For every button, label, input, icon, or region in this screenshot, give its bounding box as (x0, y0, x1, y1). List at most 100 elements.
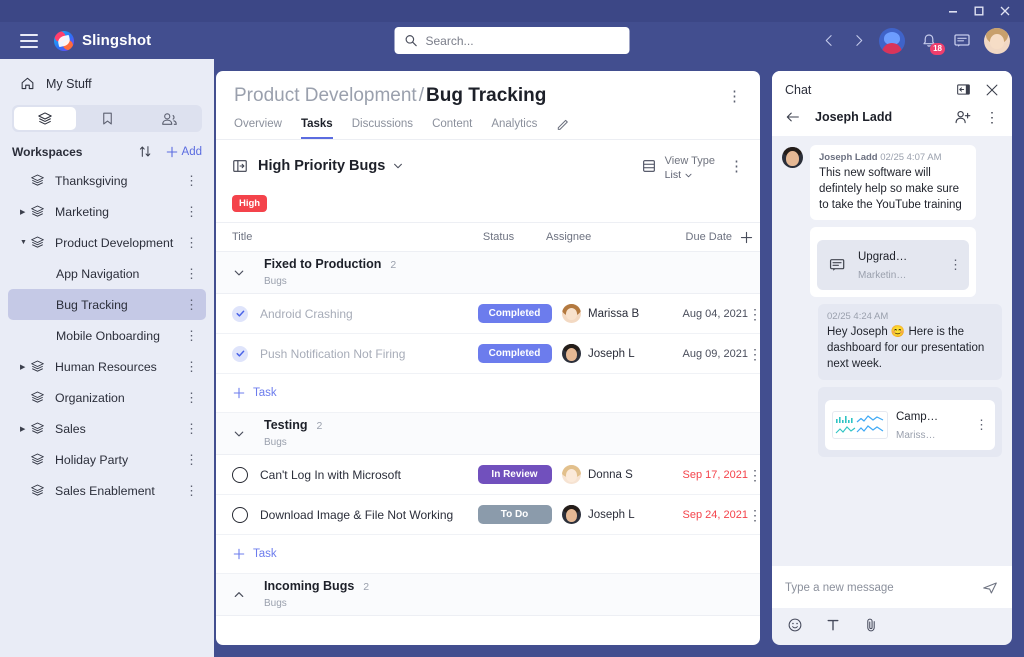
attachment-icon[interactable] (863, 617, 879, 633)
table-row[interactable]: Can't Log In with Microsoft In Review Donn… (216, 455, 760, 496)
sidebar-tab-people[interactable] (138, 107, 200, 130)
sidebar-item-human-resources[interactable]: ▶ Human Resources ⋮ (8, 351, 206, 382)
task-group-header[interactable]: Testing 2 Bugs (216, 413, 760, 456)
attachment-card[interactable]: Camp… Mariss… ⋮ (825, 399, 995, 450)
window-maximize-button[interactable] (966, 1, 992, 21)
sidebar-item-more-button[interactable]: ⋮ (185, 422, 198, 435)
status-badge[interactable]: To Do (477, 505, 552, 525)
tab-overview[interactable]: Overview (234, 118, 282, 139)
chevron-down-icon[interactable]: ▼ (20, 239, 30, 246)
chat-composer[interactable]: Type a new message (772, 566, 1012, 608)
chat-toggle-button[interactable] (953, 32, 971, 50)
chevron-right-icon[interactable]: ▶ (20, 425, 30, 433)
status-badge[interactable]: Completed (477, 344, 552, 364)
view-type-selector[interactable]: View Type List (641, 151, 715, 181)
chevron-up-icon[interactable] (232, 588, 254, 602)
sidebar-item-more-button[interactable]: ⋮ (185, 298, 198, 311)
workspace-avatar[interactable] (879, 27, 905, 54)
breadcrumb-parent[interactable]: Product Development (234, 85, 417, 107)
task-group-header[interactable]: Fixed to Production 2 Bugs (216, 252, 760, 295)
sidebar-item-more-button[interactable]: ⋮ (185, 329, 198, 342)
attachment-card[interactable]: Upgrad… Marketin… ⋮ (817, 240, 969, 291)
sort-workspaces-button[interactable] (138, 144, 153, 159)
window-minimize-button[interactable] (940, 1, 966, 21)
hamburger-menu-icon[interactable] (20, 33, 38, 48)
chevron-down-icon[interactable] (232, 427, 254, 441)
task-checkbox-unchecked[interactable] (232, 506, 248, 523)
task-more-button[interactable]: ⋮ (748, 508, 760, 522)
window-close-button[interactable] (992, 1, 1018, 21)
nav-back-button[interactable] (821, 34, 837, 47)
tab-analytics[interactable]: Analytics (491, 118, 537, 139)
tab-discussions[interactable]: Discussions (352, 118, 413, 139)
task-more-button[interactable]: ⋮ (748, 468, 760, 482)
page-more-button[interactable]: ⋮ (727, 89, 742, 104)
sidebar-item-product-development[interactable]: ▼ Product Development ⋮ (8, 227, 206, 258)
task-checkbox-unchecked[interactable] (232, 466, 248, 483)
task-more-button[interactable]: ⋮ (748, 307, 760, 321)
chat-add-person-button[interactable] (954, 109, 971, 125)
sidebar-item-more-button[interactable]: ⋮ (185, 360, 198, 373)
sidebar-item-more-button[interactable]: ⋮ (185, 236, 198, 249)
sidebar-tab-bookmarks[interactable] (76, 107, 138, 130)
list-title-chevron-down-icon[interactable] (392, 160, 404, 172)
chevron-right-icon[interactable]: ▶ (20, 208, 30, 216)
sidebar-item-more-button[interactable]: ⋮ (185, 205, 198, 218)
sidebar-item-mobile-onboarding[interactable]: Mobile Onboarding ⋮ (8, 320, 206, 351)
chevron-down-icon[interactable] (232, 266, 254, 280)
table-row[interactable]: Download Image & File Not Working To Do Jo… (216, 495, 760, 536)
list-more-button[interactable]: ⋮ (729, 159, 744, 174)
task-checkbox-checked[interactable] (232, 345, 248, 362)
sidebar-item-marketing[interactable]: ▶ Marketing ⋮ (8, 196, 206, 227)
edit-pencil-icon[interactable] (556, 118, 570, 139)
sidebar-item-more-button[interactable]: ⋮ (185, 484, 198, 497)
sidebar-item-holiday-party[interactable]: Holiday Party ⋮ (8, 444, 206, 475)
sidebar-item-my-stuff[interactable]: My Stuff (0, 69, 214, 98)
sidebar-item-more-button[interactable]: ⋮ (185, 453, 198, 466)
sidebar-tab-workspaces[interactable] (14, 107, 76, 130)
sidebar-item-more-button[interactable]: ⋮ (185, 391, 198, 404)
sidebar-item-bug-tracking[interactable]: Bug Tracking ⋮ (8, 289, 206, 320)
chat-send-button[interactable] (981, 579, 999, 597)
panel-expand-icon[interactable] (232, 158, 248, 174)
task-group-header[interactable]: Incoming Bugs 2 Bugs (216, 574, 760, 617)
emoji-icon[interactable] (787, 617, 803, 633)
add-task-button[interactable]: Task (216, 374, 760, 414)
status-badge[interactable]: Completed (477, 304, 552, 324)
priority-high-badge[interactable]: High (232, 195, 268, 213)
text-format-icon[interactable] (825, 617, 841, 633)
attachment-more-button[interactable]: ⋮ (949, 258, 962, 271)
tab-tasks[interactable]: Tasks (300, 118, 333, 139)
tab-content[interactable]: Content (432, 118, 472, 139)
chat-collapse-button[interactable] (956, 82, 971, 97)
sidebar-item-sales[interactable]: ▶ Sales ⋮ (8, 413, 206, 444)
chat-back-button[interactable] (785, 109, 801, 125)
task-checkbox-checked[interactable] (232, 305, 248, 322)
sidebar-item-organization[interactable]: Organization ⋮ (8, 382, 206, 413)
layers-icon (38, 111, 52, 125)
sidebar-item-more-button[interactable]: ⋮ (185, 267, 198, 280)
task-more-button[interactable]: ⋮ (748, 347, 760, 361)
notifications-button[interactable]: 18 (918, 30, 945, 55)
chat-message-meta: Joseph Ladd 02/25 4:07 AM (819, 152, 967, 163)
global-search[interactable]: Search... (394, 27, 630, 54)
sidebar-item-sales-enablement[interactable]: Sales Enablement ⋮ (8, 475, 206, 506)
user-avatar[interactable] (984, 27, 1010, 54)
sidebar-item-app-navigation[interactable]: App Navigation ⋮ (8, 258, 206, 289)
assignee-name: Marissa B (588, 307, 640, 320)
table-row[interactable]: Push Notification Not Firing Completed Jos… (216, 334, 760, 375)
status-badge[interactable]: In Review (477, 465, 552, 485)
search-input-placeholder[interactable]: Search... (426, 34, 474, 48)
chat-input-placeholder[interactable]: Type a new message (785, 582, 894, 594)
table-row[interactable]: Android Crashing Completed Marissa B Aug 04… (216, 294, 760, 335)
add-task-button[interactable]: Task (216, 535, 760, 575)
chat-close-button[interactable] (985, 83, 999, 97)
nav-forward-button[interactable] (850, 34, 866, 47)
sidebar-item-thanksgiving[interactable]: Thanksgiving ⋮ (8, 165, 206, 196)
chevron-right-icon[interactable]: ▶ (20, 363, 30, 371)
sidebar-item-more-button[interactable]: ⋮ (185, 174, 198, 187)
add-workspace-button[interactable]: Add (165, 145, 202, 159)
chat-more-button[interactable]: ⋮ (985, 110, 999, 124)
add-column-button[interactable] (732, 230, 760, 245)
attachment-more-button[interactable]: ⋮ (975, 418, 988, 431)
